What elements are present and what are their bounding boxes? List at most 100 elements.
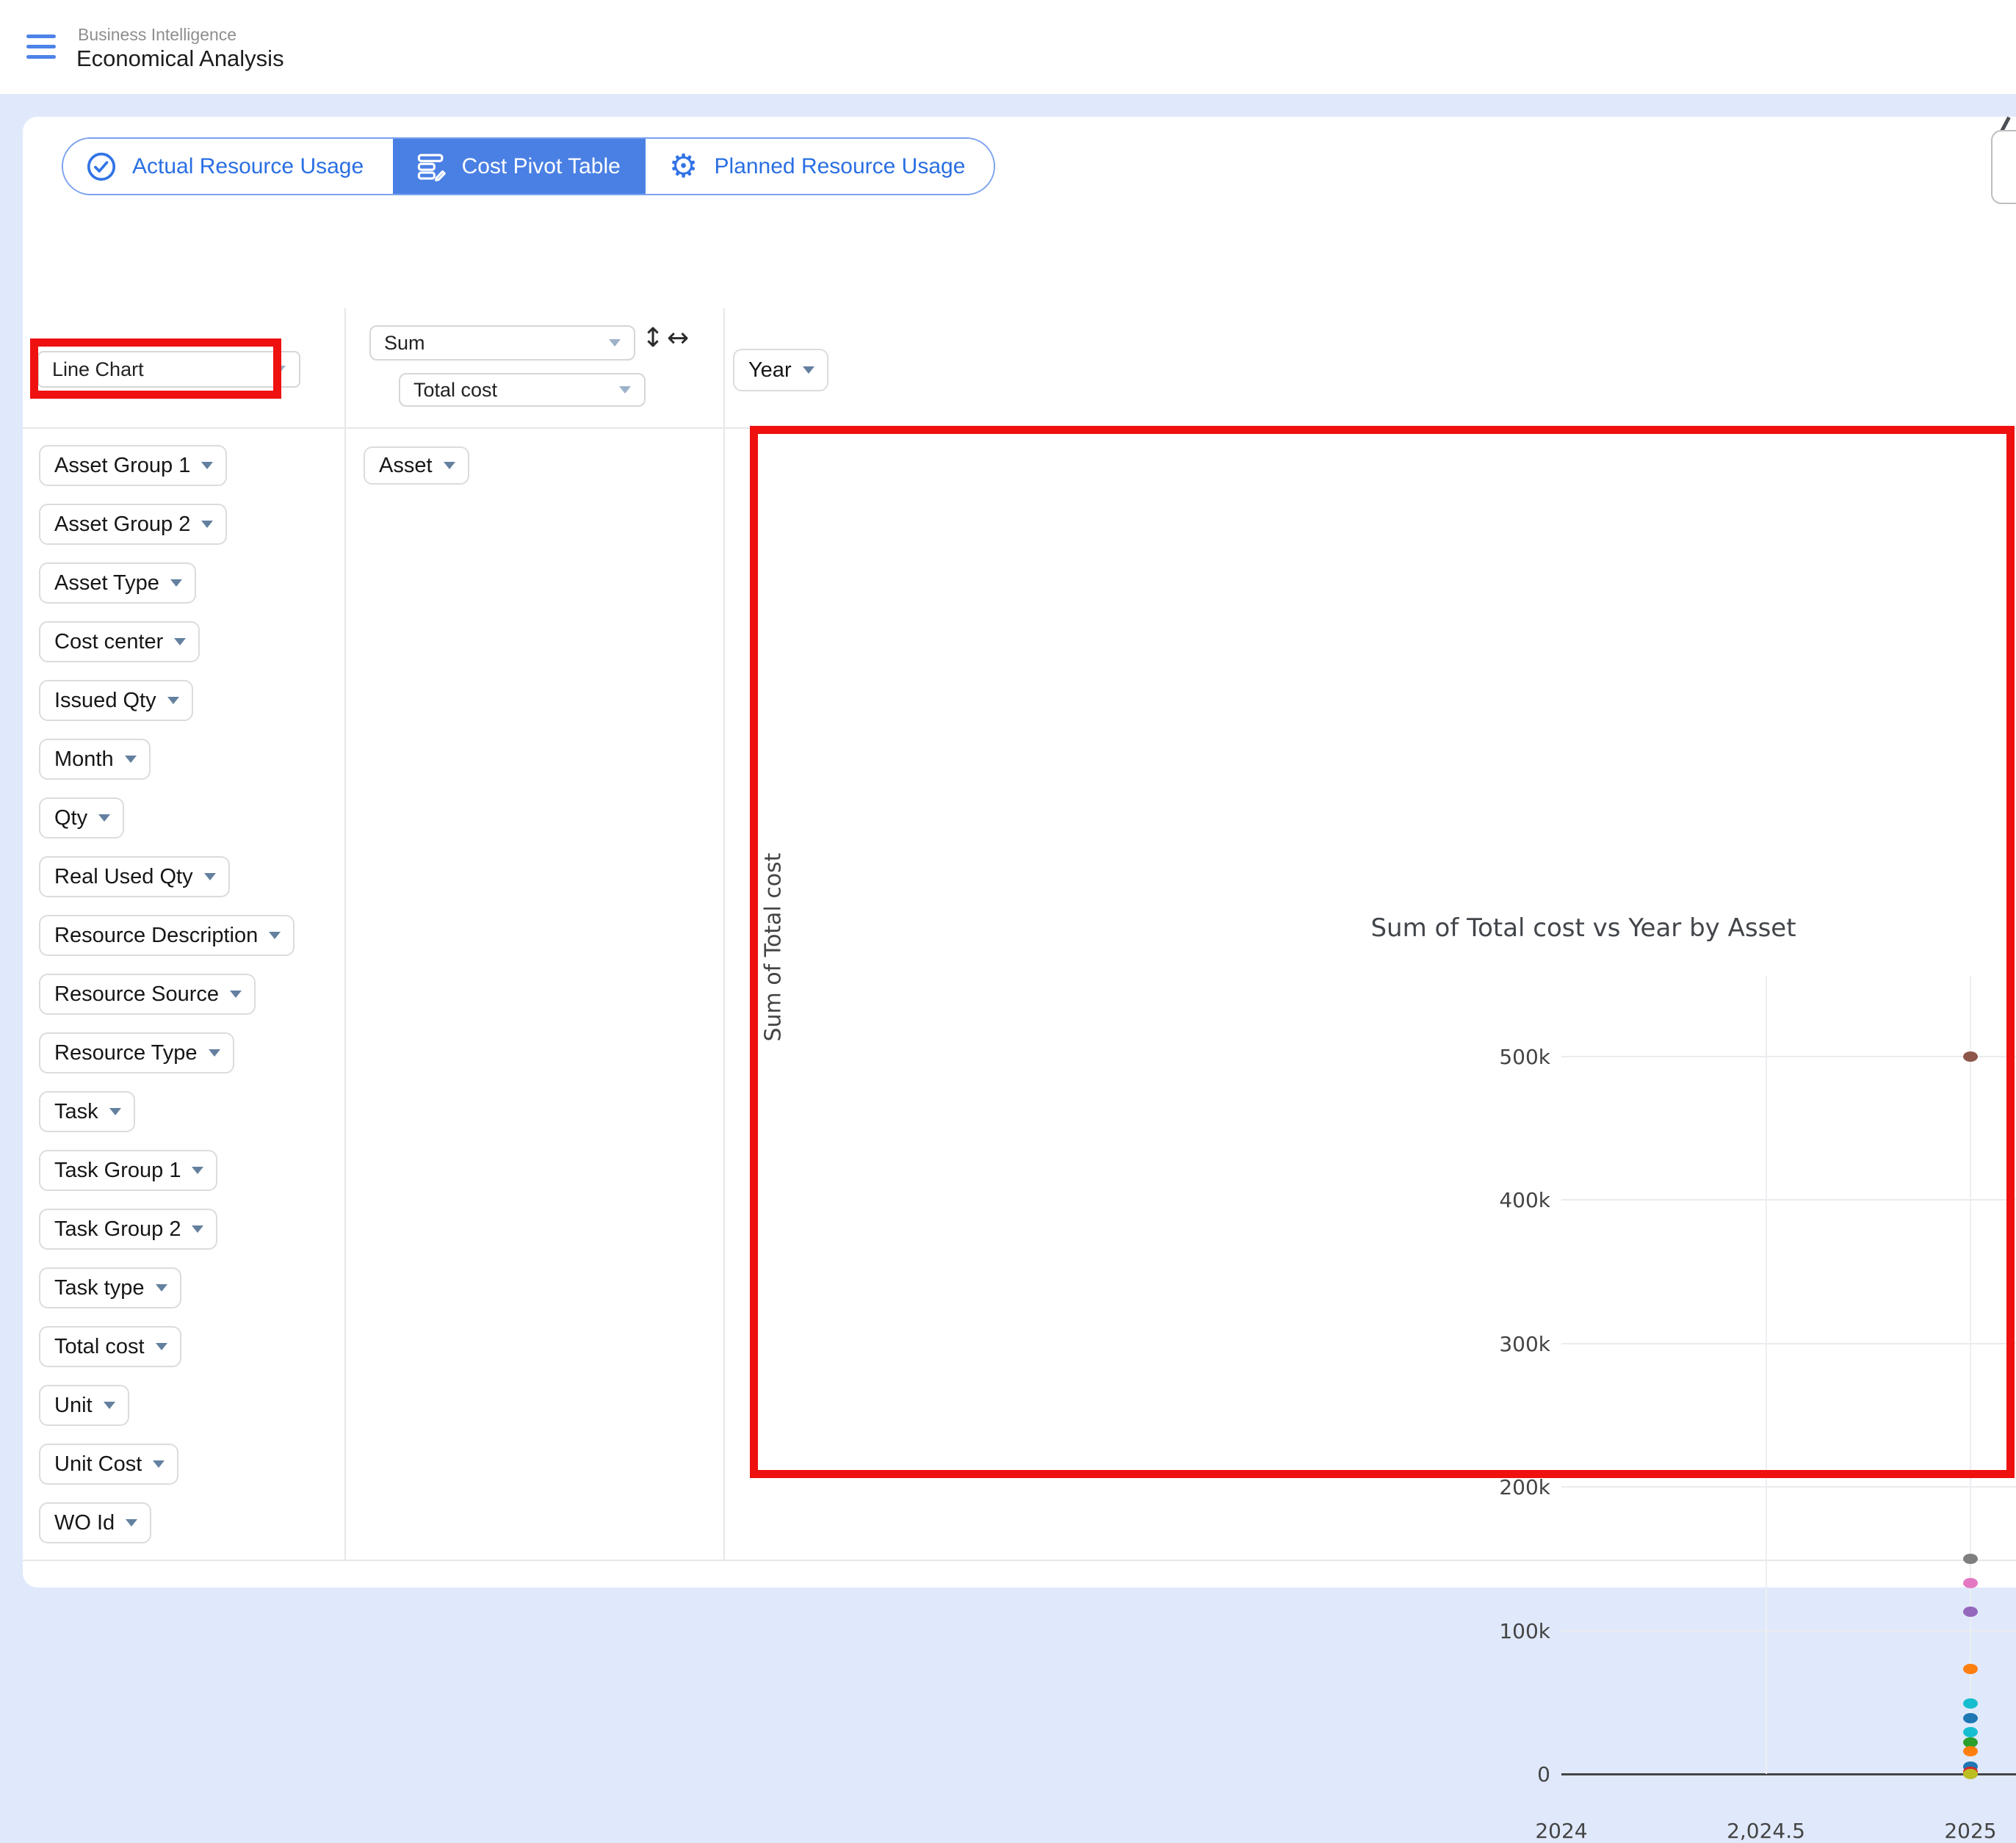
field-chip-unit-cost[interactable]: Unit Cost (39, 1444, 178, 1485)
aggregator-field-select[interactable]: Total cost (399, 373, 646, 407)
data-point[interactable] (1963, 1607, 1978, 1617)
chevron-down-icon (204, 873, 216, 880)
field-chip-asset-group-2[interactable]: Asset Group 2 (39, 504, 227, 545)
field-chip-task-group-2[interactable]: Task Group 2 (39, 1209, 217, 1250)
field-chip-label: WO Id (54, 1511, 115, 1535)
chevron-down-icon (269, 932, 281, 939)
field-chip-issued-qty[interactable]: Issued Qty (39, 680, 193, 721)
field-chip-resource-type[interactable]: Resource Type (39, 1032, 234, 1073)
y-tick-label: 0 (1459, 1762, 1550, 1786)
aggregator-value: Sum (384, 332, 609, 355)
field-chip-label: Resource Type (54, 1041, 198, 1065)
field-chip-task-group-1[interactable]: Task Group 1 (39, 1150, 217, 1191)
field-chip-month[interactable]: Month (39, 739, 151, 780)
data-point[interactable] (1963, 1713, 1978, 1723)
chevron-down-icon (230, 991, 242, 998)
chevron-down-icon (98, 814, 110, 822)
field-chip-label: Task Group 2 (54, 1217, 181, 1242)
data-point[interactable] (1963, 1664, 1978, 1674)
chevron-down-icon (192, 1167, 203, 1174)
tab-label: Planned Resource Usage (715, 154, 966, 179)
y-tick-label: 400k (1459, 1188, 1550, 1212)
swap-vertical-icon[interactable]: ↕ (642, 323, 664, 353)
data-point[interactable] (1963, 1727, 1978, 1737)
chevron-down-icon (156, 1284, 167, 1292)
data-point[interactable] (1963, 1769, 1978, 1779)
check-circle-icon (84, 150, 118, 184)
field-chip-label: Real Used Qty (54, 865, 193, 889)
y-tick-label: 300k (1459, 1332, 1550, 1356)
chart-panel: Sum of Total cost vs Year by Asset Sum o… (725, 429, 2016, 1560)
chart-type-select[interactable]: Line Chart (37, 351, 300, 388)
tab-actual-resource-usage[interactable]: Actual Resource Usage (63, 139, 393, 194)
data-point[interactable] (1963, 1051, 1978, 1062)
gridline-y (1561, 1199, 2016, 1201)
row-field-chip-asset[interactable]: Asset (364, 446, 469, 485)
gear-icon: ⚙ (667, 150, 701, 184)
gridline-y (1561, 1486, 2016, 1488)
app-header: Business Intelligence Economical Analysi… (0, 0, 2016, 94)
field-chip-resource-description[interactable]: Resource Description (39, 915, 295, 956)
column-field-label: Year (748, 358, 792, 383)
y-tick-label: 100k (1459, 1619, 1550, 1643)
chevron-down-icon (125, 756, 137, 763)
breadcrumb: Business Intelligence (78, 25, 236, 45)
tab-planned-resource-usage[interactable]: ⚙ Planned Resource Usage (646, 139, 994, 194)
field-chip-unit[interactable]: Unit (39, 1385, 129, 1426)
view-tabbar: Actual Resource Usage Cost Pivot Table ⚙ Pl… (62, 137, 995, 195)
chevron-down-icon (201, 521, 213, 528)
field-chip-label: Total cost (54, 1335, 145, 1359)
field-chip-label: Unit Cost (54, 1452, 142, 1477)
field-chip-label: Task type (54, 1276, 145, 1300)
field-chip-label: Task Group 1 (54, 1159, 181, 1183)
field-chip-cost-center[interactable]: Cost center (39, 621, 200, 662)
pivot-table-icon (414, 150, 448, 184)
tab-label: Cost Pivot Table (462, 154, 621, 179)
chart-title: Sum of Total cost vs Year by Asset (1370, 913, 1796, 943)
field-chip-label: Resource Description (54, 924, 258, 948)
field-chip-qty[interactable]: Qty (39, 797, 124, 839)
data-point[interactable] (1963, 1554, 1978, 1564)
tab-label: Actual Resource Usage (132, 154, 364, 179)
aggregator-field-value: Total cost (413, 379, 619, 402)
field-chip-label: Unit (54, 1394, 93, 1418)
data-point[interactable] (1963, 1578, 1978, 1588)
aggregator-select[interactable]: Sum (369, 325, 635, 361)
chevron-down-icon (192, 1225, 203, 1233)
data-point[interactable] (1963, 1698, 1978, 1709)
field-chip-task[interactable]: Task (39, 1091, 135, 1132)
y-tick-label: 200k (1459, 1475, 1550, 1499)
chevron-down-icon (274, 366, 286, 373)
chevron-down-icon (109, 1108, 121, 1115)
swap-horizontal-icon[interactable]: ↔ (667, 323, 689, 353)
chevron-down-icon (156, 1343, 167, 1350)
chevron-down-icon (126, 1519, 137, 1527)
field-chip-real-used-qty[interactable]: Real Used Qty (39, 856, 230, 897)
field-chip-resource-source[interactable]: Resource Source (39, 974, 256, 1015)
x-tick-label: 2025 (1904, 1819, 2016, 1843)
hamburger-menu-icon[interactable] (26, 32, 56, 62)
pivot-divider-horizontal-bottom (23, 1560, 2016, 1561)
chevron-down-icon (104, 1402, 115, 1409)
row-field-label: Asset (379, 454, 433, 478)
chevron-down-icon (174, 638, 186, 645)
pivot-divider-vertical-1 (344, 308, 346, 1560)
chart-type-value: Line Chart (52, 358, 274, 381)
field-chip-asset-type[interactable]: Asset Type (39, 562, 196, 604)
chevron-down-icon (619, 386, 631, 394)
field-chip-task-type[interactable]: Task type (39, 1267, 181, 1308)
x-tick-label: 2024 (1495, 1819, 1627, 1843)
chevron-down-icon (444, 462, 455, 469)
gridline-x (1970, 976, 1971, 1774)
y-axis-title: Sum of Total cost (761, 852, 787, 1041)
field-chip-asset-group-1[interactable]: Asset Group 1 (39, 445, 227, 486)
tab-cost-pivot-table[interactable]: Cost Pivot Table (393, 139, 646, 194)
field-chip-wo-id[interactable]: WO Id (39, 1502, 151, 1543)
field-chip-total-cost[interactable]: Total cost (39, 1326, 181, 1367)
field-chip-label: Resource Source (54, 982, 219, 1007)
x-tick-label: 2,024.5 (1700, 1819, 1832, 1843)
clipped-side-button[interactable] (1991, 130, 2016, 204)
y-tick-label: 500k (1459, 1045, 1550, 1069)
column-field-chip-year[interactable]: Year (733, 349, 828, 391)
data-point[interactable] (1963, 1746, 1978, 1756)
